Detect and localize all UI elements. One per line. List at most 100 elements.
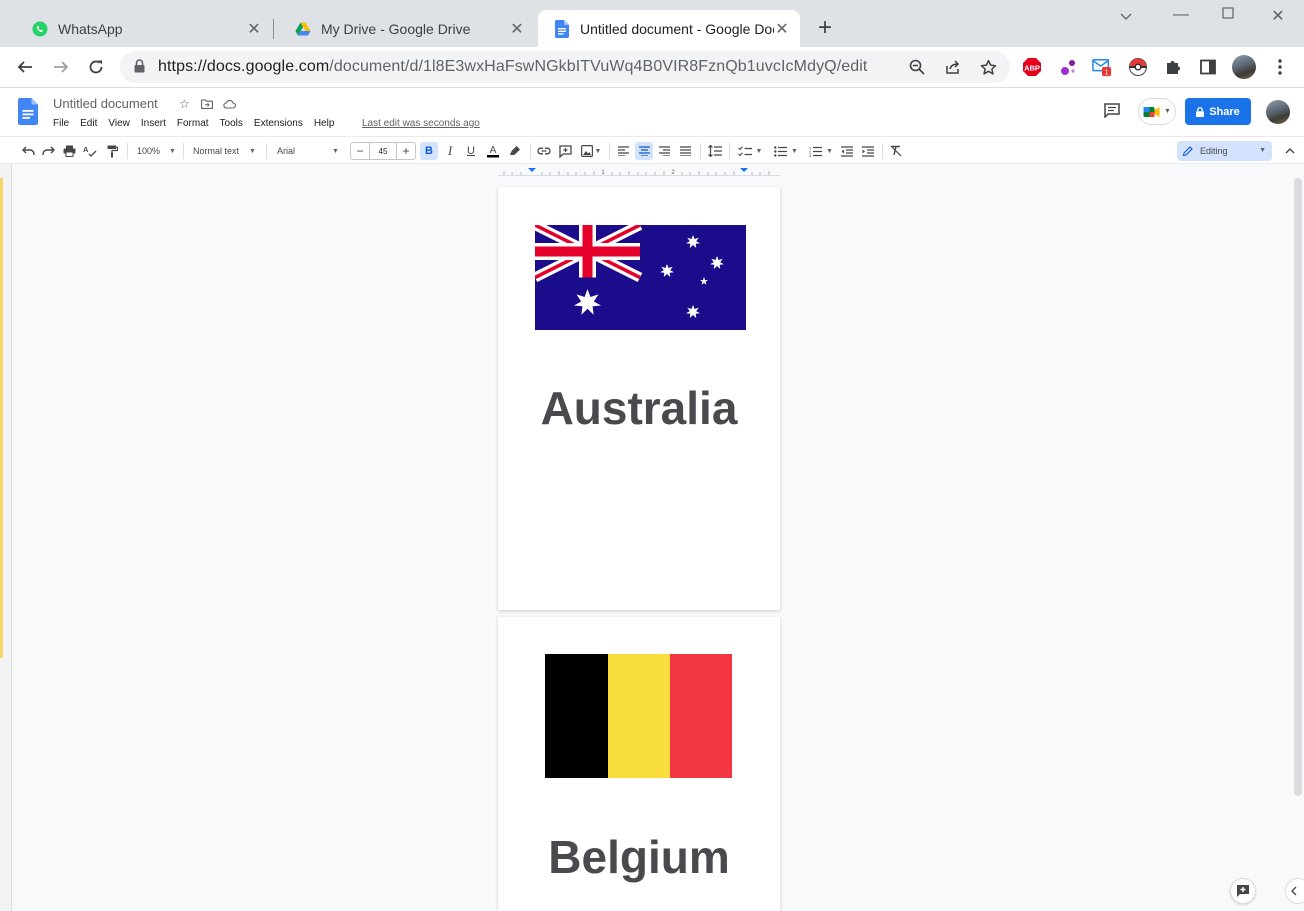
adblock-plus-icon[interactable]: ABP — [1022, 57, 1042, 77]
mail-checker-icon[interactable]: 1 — [1092, 57, 1112, 77]
font-family-select[interactable]: Arial ▼ — [277, 142, 344, 160]
checklist-button[interactable]: ▼ — [735, 142, 765, 160]
justify-icon[interactable] — [677, 142, 693, 160]
menu-help[interactable]: Help — [314, 118, 335, 129]
left-indent-marker-icon[interactable] — [528, 168, 536, 172]
australia-flag-image[interactable] — [535, 225, 746, 330]
ruler-number: 2 — [671, 170, 675, 176]
document-title[interactable]: Untitled document — [53, 96, 158, 111]
menu-extensions[interactable]: Extensions — [254, 118, 303, 129]
close-tab-icon[interactable]: ✕ — [246, 19, 262, 39]
align-center-icon[interactable] — [635, 142, 653, 160]
address-bar[interactable]: https://docs.google.com/document/d/1l8E3… — [120, 51, 1010, 83]
forward-button[interactable] — [49, 55, 73, 79]
meet-button[interactable]: ▼ — [1138, 98, 1176, 125]
zoom-select[interactable]: 100% ▼ — [137, 142, 179, 160]
chrome-menu-icon[interactable] — [1270, 57, 1290, 77]
decrease-font-size-button[interactable]: − — [351, 143, 369, 159]
font-family-value: Arial — [277, 146, 296, 156]
share-button[interactable]: Share — [1185, 98, 1251, 125]
menu-edit[interactable]: Edit — [80, 118, 97, 129]
minimize-button[interactable]: — — [1169, 6, 1193, 24]
document-canvas[interactable]: 1 2 Australia Belgium — [0, 164, 1304, 911]
close-tab-icon[interactable]: ✕ — [774, 19, 790, 39]
increase-font-size-button[interactable]: + — [397, 143, 415, 159]
line-spacing-icon[interactable] — [706, 142, 724, 160]
share-label: Share — [1209, 105, 1240, 118]
editing-mode-select[interactable]: Editing ▼ — [1177, 141, 1272, 161]
move-folder-icon[interactable] — [201, 98, 213, 112]
align-right-icon[interactable] — [656, 142, 672, 160]
insert-link-icon[interactable] — [536, 142, 552, 160]
back-button[interactable] — [13, 55, 37, 79]
menu-insert[interactable]: Insert — [141, 118, 166, 129]
cloud-saved-icon[interactable] — [223, 98, 236, 112]
menu-bar: File Edit View Insert Format Tools Exten… — [53, 118, 345, 129]
undo-icon[interactable] — [20, 142, 36, 160]
highlighter-icon — [509, 146, 520, 155]
italic-button[interactable]: I — [442, 142, 458, 160]
lock-icon[interactable] — [134, 59, 145, 78]
last-edit-link[interactable]: Last edit was seconds ago — [362, 118, 480, 129]
menu-tools[interactable]: Tools — [220, 118, 243, 129]
redo-icon[interactable] — [40, 142, 56, 160]
maximize-button[interactable] — [1216, 6, 1240, 24]
explore-button[interactable] — [1230, 878, 1256, 904]
menu-format[interactable]: Format — [177, 118, 209, 129]
tab-whatsapp[interactable]: WhatsApp ✕ — [16, 10, 272, 47]
add-comment-icon[interactable] — [557, 142, 573, 160]
browser-toolbar: https://docs.google.com/document/d/1l8E3… — [0, 47, 1304, 88]
purple-dots-extension-icon[interactable] — [1058, 57, 1078, 77]
paint-format-icon[interactable] — [104, 142, 120, 160]
docs-home-logo-icon[interactable] — [18, 98, 38, 130]
print-icon[interactable] — [61, 142, 77, 160]
close-window-button[interactable]: ✕ — [1266, 6, 1290, 26]
country-heading-australia[interactable]: Australia — [498, 381, 780, 435]
tab-google-docs[interactable]: Untitled document - Google Docs ✕ — [538, 10, 800, 47]
clear-formatting-icon[interactable] — [888, 142, 904, 160]
align-left-icon[interactable] — [615, 142, 631, 160]
belgium-flag-image[interactable] — [545, 654, 732, 778]
document-page-2[interactable]: Belgium — [498, 617, 780, 911]
comment-history-icon[interactable] — [1104, 103, 1120, 123]
menu-file[interactable]: File — [53, 118, 69, 129]
chrome-profile-avatar[interactable] — [1232, 55, 1256, 79]
underline-button[interactable]: U — [463, 142, 479, 160]
url-text[interactable]: https://docs.google.com/document/d/1l8E3… — [158, 58, 867, 76]
insert-image-button[interactable]: ▼ — [578, 142, 604, 160]
right-indent-marker-icon[interactable] — [740, 168, 748, 172]
text-color-button[interactable]: A — [485, 142, 501, 160]
numbered-list-button[interactable]: 123 ▼ — [806, 142, 836, 160]
bookmark-star-icon[interactable] — [979, 58, 997, 76]
side-panel-toggle[interactable] — [1285, 878, 1304, 904]
tab-google-drive[interactable]: My Drive - Google Drive ✕ — [279, 10, 535, 47]
decrease-indent-icon[interactable] — [839, 142, 855, 160]
bold-button[interactable]: B — [420, 142, 438, 160]
font-size-input[interactable]: 45 — [369, 143, 397, 159]
document-page-1[interactable]: Australia — [498, 187, 780, 610]
tab-title: My Drive - Google Drive — [321, 20, 471, 37]
zoom-out-icon[interactable] — [908, 58, 926, 76]
increase-indent-icon[interactable] — [860, 142, 876, 160]
vertical-scrollbar[interactable] — [1294, 178, 1302, 796]
new-tab-button[interactable]: + — [813, 16, 837, 40]
pokeball-extension-icon[interactable] — [1128, 57, 1148, 77]
bulleted-list-button[interactable]: ▼ — [771, 142, 801, 160]
menu-view[interactable]: View — [108, 118, 130, 129]
reload-button[interactable] — [84, 55, 108, 79]
tab-search-chevron-icon[interactable] — [1114, 8, 1138, 26]
close-tab-icon[interactable]: ✕ — [509, 19, 525, 39]
account-avatar[interactable] — [1266, 100, 1290, 124]
spellcheck-icon[interactable]: A — [82, 142, 98, 160]
share-page-icon[interactable] — [944, 58, 962, 76]
highlight-color-button[interactable] — [507, 142, 523, 160]
star-icon[interactable]: ☆ — [179, 97, 190, 111]
hide-menus-chevron-icon[interactable] — [1283, 142, 1297, 160]
font-size-stepper[interactable]: − 45 + — [350, 142, 416, 160]
checklist-icon — [737, 145, 752, 156]
side-panel-icon[interactable] — [1198, 57, 1218, 77]
country-heading-belgium[interactable]: Belgium — [498, 830, 780, 884]
paragraph-style-select[interactable]: Normal text ▼ — [193, 142, 261, 160]
docs-header: Untitled document ☆ File Edit View Inser… — [0, 88, 1304, 136]
puzzle-extensions-icon[interactable] — [1163, 57, 1183, 77]
